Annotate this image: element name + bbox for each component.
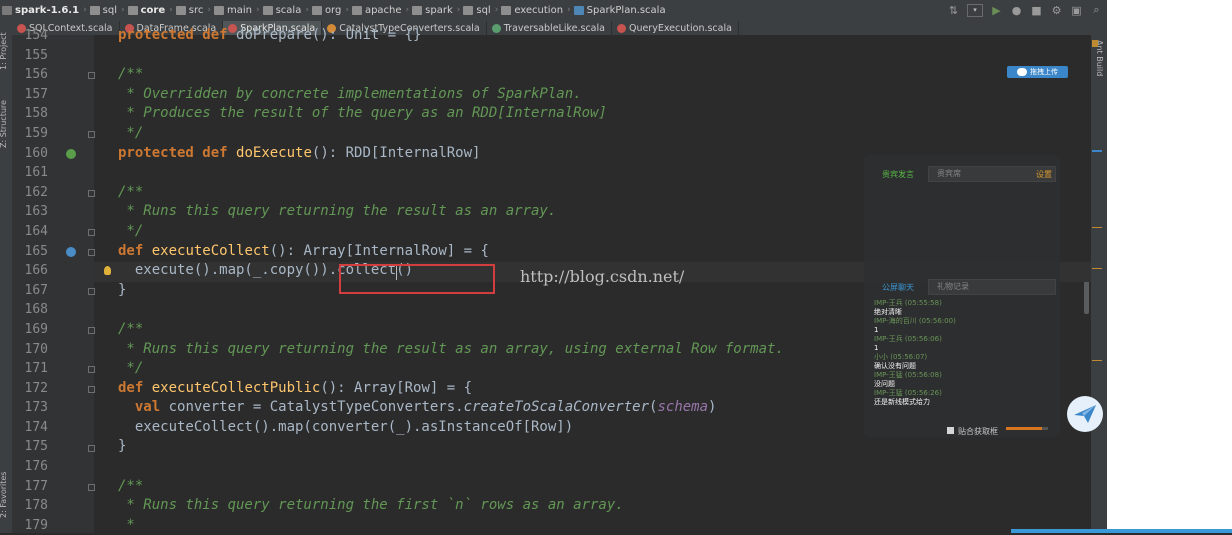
intention-bulb-icon[interactable] [104,266,111,275]
breadcrumb-org[interactable]: org [310,5,344,16]
message-text: 确认没有问题 [874,362,916,370]
folder-icon [262,5,273,15]
fold-marker[interactable] [88,445,95,452]
tab-guest-speech[interactable]: 贵宾发言 [882,169,914,180]
folder-icon [175,5,186,15]
breadcrumb-core[interactable]: core [126,5,169,16]
navigation-bar: spark-1.6.1 › sql › core › src › main › scala… [0,0,1107,21]
code-line: /** [118,66,144,83]
scala-file-icon [573,5,584,15]
message-header: IMP-海的百川 (05:56:00) [874,317,956,325]
fold-marker[interactable] [88,229,95,236]
message-header: IMP-王兵 (05:55:58) [874,299,942,307]
tab-gift-records[interactable]: 礼物记录 [928,279,1056,295]
outside-area [1107,0,1232,533]
message-header: 小小 (05:56:07) [874,353,928,361]
breadcrumb-main[interactable]: main [212,5,255,16]
message-text: 1 [874,344,879,352]
implements-method-icon[interactable] [66,247,76,257]
sdk-icon[interactable]: ▣ [1070,4,1083,17]
favorites-tool-button[interactable]: 2: Favorites [0,472,8,518]
left-tool-strip: 1: Project Z: Structure 2: Favorites [0,20,12,533]
folder-icon [501,5,512,15]
line-numbers: 154 155 156 157 158 159 160 161 162 163 … [24,28,48,533]
message-text: 绝对清晰 [874,308,902,316]
breadcrumb-project[interactable]: spark-1.6.1 [0,5,82,16]
fold-marker[interactable] [88,249,95,256]
volume-slider[interactable] [1006,427,1048,430]
run-config-dropdown[interactable]: ▾ [967,3,983,17]
breadcrumb-sql2[interactable]: sql [461,5,493,16]
folder-icon [311,5,322,15]
message-text: 没问题 [874,380,895,388]
settings-link[interactable]: 设置 [1036,169,1052,180]
breadcrumb-sql[interactable]: sql [88,5,120,16]
fold-marker[interactable] [88,327,95,334]
stop-icon[interactable]: ■ [1030,4,1043,17]
fold-marker[interactable] [88,484,95,491]
message-header: IMP-王猛 (05:56:26) [874,389,942,397]
fold-marker[interactable] [88,288,95,295]
folder-icon [89,5,100,15]
bird-icon [1074,405,1096,423]
breadcrumb-apache[interactable]: apache [350,5,405,16]
fit-capture-checkbox[interactable] [947,427,954,434]
fold-marker[interactable] [88,386,95,393]
chat-message-list: IMP-王兵 (05:55:58) 绝对清晰 IMP-海的百川 (05:56:0… [874,299,956,407]
settings-icon[interactable]: ⚙ [1050,4,1063,17]
implements-method-icon[interactable] [66,149,76,159]
code-line: * Overridden by concrete implementations… [118,85,582,102]
drag-upload-button[interactable]: 拖拽上传 [1007,66,1068,78]
message-text: 还是新线模式给力 [874,398,930,406]
fold-marker[interactable] [88,72,95,79]
build-icon[interactable]: ⇅ [947,4,960,17]
breadcrumb-spark[interactable]: spark [410,5,456,16]
project-tool-button[interactable]: 1: Project [0,32,8,70]
message-header: IMP-王猛 (05:56:08) [874,371,942,379]
cloud-icon [1017,68,1027,76]
live-chat-panel: 贵宾发言 贵宾席 设置 公屏聊天 礼物记录 IMP-王兵 (05:55:58) … [864,155,1060,437]
message-header: IMP-王兵 (05:56:06) [874,335,942,343]
breadcrumb-execution[interactable]: execution [499,5,566,16]
floating-bird-icon[interactable] [1067,396,1103,432]
code-line: * Runs this query returning the first `n… [118,497,624,514]
breadcrumb-src[interactable]: src [174,5,207,16]
structure-tool-button[interactable]: Z: Structure [0,100,8,148]
fold-marker[interactable] [88,131,95,138]
code-line: } [118,438,127,455]
run-icon[interactable]: ▶ [990,4,1003,17]
fold-marker[interactable] [88,366,95,373]
folder-icon [351,5,362,15]
code-line: protected def doPrepare(): Unit = {} [118,27,422,43]
code-line: /** [118,477,144,494]
watermark-text: http://blog.csdn.net/ [520,267,685,286]
breadcrumb-scala[interactable]: scala [261,5,305,16]
main-toolbar: ⇅ ▾ ▶ ● ■ ⚙ ▣ ⌕ [947,0,1107,20]
fit-capture-label: 贴合获取框 [958,427,998,436]
tab-public-chat[interactable]: 公屏聊天 [882,282,914,293]
folder-icon [127,5,138,15]
folder-icon [213,5,224,15]
message-text: 1 [874,326,879,334]
overlay-bottom-bar [1011,529,1232,533]
folder-icon [463,5,474,15]
volume-slider-fill [1006,427,1042,430]
breadcrumb-file[interactable]: SparkPlan.scala [572,5,669,16]
search-icon[interactable]: ⌕ [1090,3,1103,17]
code-line: */ [118,124,144,141]
annotation-highlight-box [339,264,495,294]
code-line: * Produces the result of the query as an… [118,105,607,122]
project-icon [2,5,12,15]
folder-icon [412,5,423,15]
code-line: * [118,516,135,533]
fold-marker[interactable] [88,190,95,197]
debug-icon[interactable]: ● [1010,4,1023,17]
